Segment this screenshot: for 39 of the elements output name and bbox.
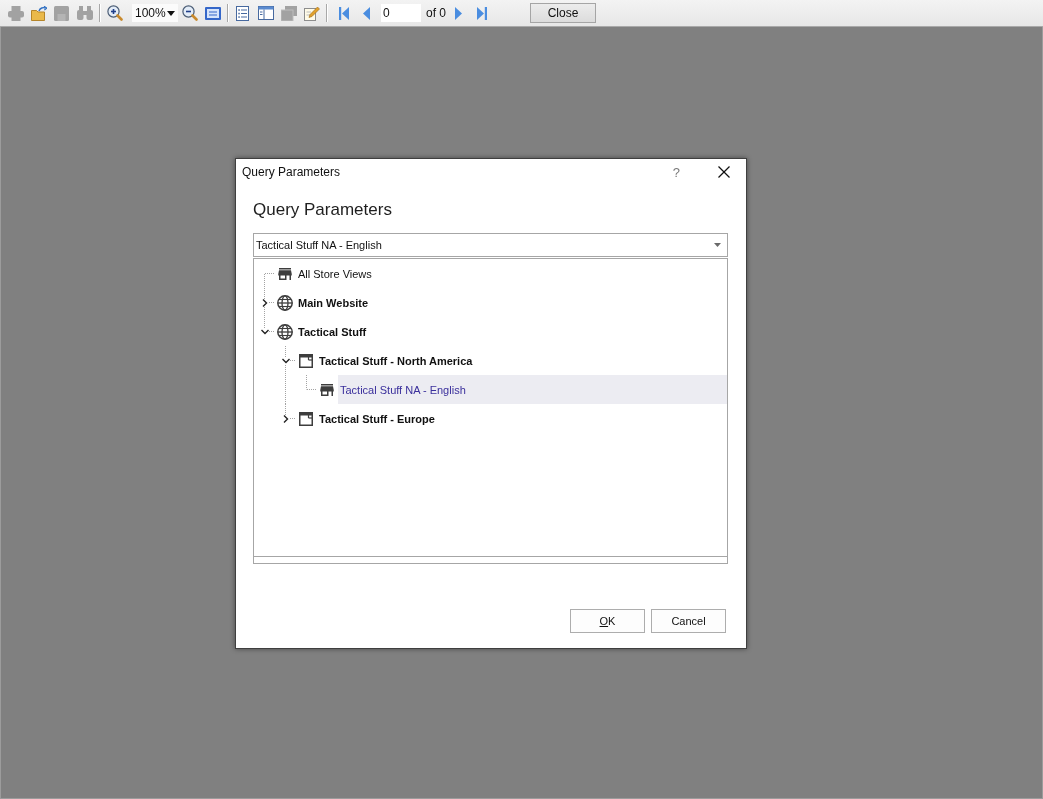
store-select[interactable]: Tactical Stuff NA - English xyxy=(253,233,728,257)
tree-item[interactable]: Tactical Stuff - North America xyxy=(317,354,475,367)
tree-item[interactable]: Tactical Stuff xyxy=(296,325,369,338)
globe-icon xyxy=(277,294,293,311)
page-number-field[interactable]: 0 xyxy=(381,4,421,22)
zoom-out-icon[interactable] xyxy=(181,5,198,21)
full-page-icon[interactable] xyxy=(204,6,221,20)
chevron-right-icon[interactable] xyxy=(281,414,290,423)
cancel-button[interactable]: Cancel xyxy=(651,609,726,633)
chevron-down-icon[interactable] xyxy=(260,327,269,336)
dialog-title: Query Parameters xyxy=(242,165,341,179)
ok-button[interactable]: OK xyxy=(570,609,645,633)
folder-icon[interactable] xyxy=(30,5,47,21)
tree-item[interactable]: Main Website xyxy=(296,296,371,309)
tree-item[interactable]: All Store Views xyxy=(296,267,374,280)
window-icon xyxy=(299,411,313,426)
first-page-icon[interactable] xyxy=(338,6,349,20)
close-icon[interactable] xyxy=(718,166,730,178)
next-page-icon[interactable] xyxy=(455,6,462,20)
chevron-right-icon[interactable] xyxy=(260,298,269,307)
last-page-icon[interactable] xyxy=(476,6,487,20)
zoom-in-icon[interactable] xyxy=(106,5,123,21)
store-icon xyxy=(278,267,292,280)
dialog-heading: Query Parameters xyxy=(253,199,392,221)
zoom-select[interactable]: 100% xyxy=(132,4,178,22)
document-icon[interactable] xyxy=(236,5,249,21)
help-button[interactable]: ? xyxy=(672,164,680,180)
layout-icon[interactable] xyxy=(257,6,274,20)
pencil-icon[interactable] xyxy=(303,5,320,21)
window-icon xyxy=(299,353,313,368)
close-button[interactable]: Close xyxy=(530,3,596,23)
tree-item[interactable]: Tactical Stuff NA - English xyxy=(338,375,727,404)
store-icon xyxy=(320,383,334,396)
page-count-label: of 0 xyxy=(426,6,446,20)
tree-item[interactable]: Tactical Stuff - Europe xyxy=(317,412,437,425)
dropdown-arrow-icon[interactable] xyxy=(167,10,175,16)
previous-page-icon[interactable] xyxy=(363,6,370,20)
globe-icon xyxy=(277,323,293,340)
chevron-down-icon[interactable] xyxy=(281,356,290,365)
